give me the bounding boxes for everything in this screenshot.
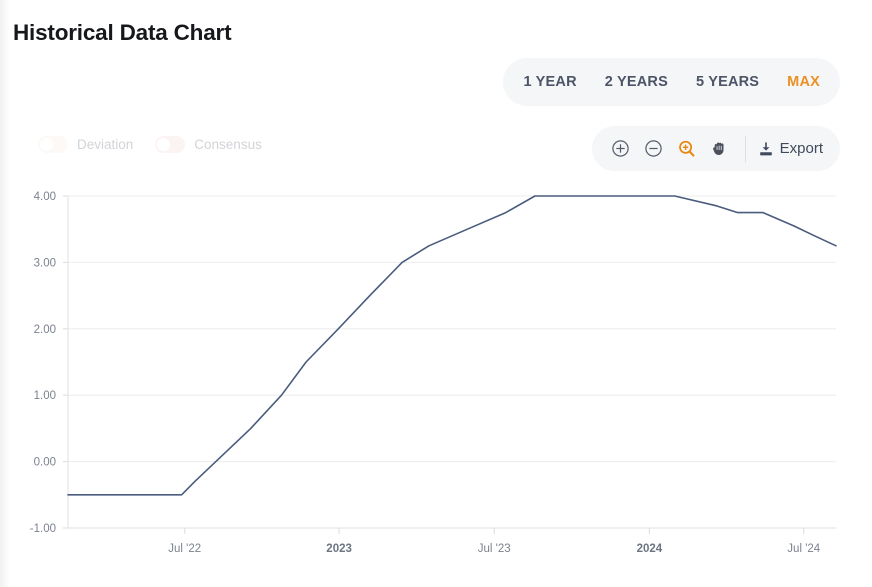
y-axis-tick-label: -1.00 — [30, 523, 56, 535]
y-axis-tick-label: 2.00 — [34, 324, 56, 336]
range-button-max[interactable]: MAX — [773, 58, 834, 106]
deviation-toggle-icon[interactable] — [38, 136, 68, 153]
zoom-out-icon — [644, 139, 663, 158]
legend-label-consensus: Consensus — [194, 137, 262, 152]
toolbar-divider — [745, 136, 746, 162]
zoom-in-icon — [611, 139, 630, 158]
time-range-selector[interactable]: 1 YEAR 2 YEARS 5 YEARS MAX — [503, 58, 840, 106]
download-icon — [758, 141, 774, 157]
x-axis-tick-label: Jul '23 — [478, 543, 511, 555]
chart-line-series[interactable] — [68, 196, 836, 495]
y-axis-tick-label: 3.00 — [34, 257, 56, 269]
x-axis-tick-label: Jul '24 — [787, 543, 820, 555]
zoom-in-button[interactable] — [606, 134, 636, 164]
chart-container[interactable]: 4.00 3.00 2.00 1.00 0.00 -1.00 Jul '22 2023 Jul … — [0, 180, 872, 580]
line-chart[interactable]: 4.00 3.00 2.00 1.00 0.00 -1.00 Jul '22 2023 Jul … — [0, 180, 872, 580]
range-button-1-year[interactable]: 1 YEAR — [509, 58, 590, 106]
chart-legend: Deviation Consensus — [38, 136, 262, 153]
legend-item-deviation[interactable]: Deviation — [38, 136, 133, 153]
selection-zoom-button[interactable] — [672, 134, 702, 164]
y-axis-tick-label: 1.00 — [34, 390, 56, 402]
y-axis-tick-label: 0.00 — [34, 457, 56, 469]
range-button-2-years[interactable]: 2 YEARS — [591, 58, 682, 106]
consensus-toggle-icon[interactable] — [155, 136, 185, 153]
legend-label-deviation: Deviation — [77, 137, 133, 152]
chart-toolbar[interactable]: Export — [592, 126, 840, 171]
x-axis-tick-label: 2023 — [326, 543, 352, 555]
panning-button[interactable] — [705, 134, 735, 164]
x-axis-tick-label: 2024 — [637, 543, 663, 555]
selection-zoom-icon — [677, 139, 697, 159]
x-axis-tick-label: Jul '22 — [168, 543, 201, 555]
y-axis-tick-label: 4.00 — [34, 191, 56, 203]
export-label: Export — [780, 140, 823, 157]
panning-icon — [710, 139, 729, 158]
zoom-out-button[interactable] — [639, 134, 669, 164]
legend-item-consensus[interactable]: Consensus — [155, 136, 262, 153]
export-button[interactable]: Export — [758, 140, 826, 157]
page-title: Historical Data Chart — [13, 20, 231, 46]
range-button-5-years[interactable]: 5 YEARS — [682, 58, 773, 106]
